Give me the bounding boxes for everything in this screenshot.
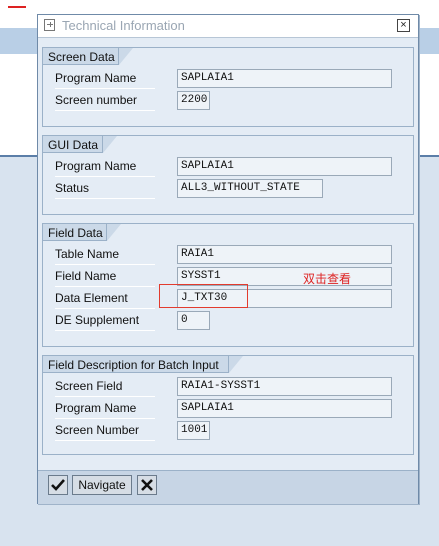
dialog-body: Screen Data Program Name SAPLAIA1 Screen… <box>38 38 418 470</box>
field-label: Program Name <box>55 69 155 89</box>
batch-screen-number-field[interactable]: 1001 <box>177 421 210 440</box>
screen-number-field[interactable]: 2200 <box>177 91 210 110</box>
de-supplement-field[interactable]: 0 <box>177 311 210 330</box>
annotation-note: 双击查看 <box>303 272 352 286</box>
screen-field-field[interactable]: RAIA1-SYSST1 <box>177 377 392 396</box>
field-label: Screen Number <box>55 421 155 441</box>
row-program-name: Program Name SAPLAIA1 <box>43 69 413 89</box>
gui-program-name-field[interactable]: SAPLAIA1 <box>177 157 392 176</box>
batch-program-name-field[interactable]: SAPLAIA1 <box>177 399 392 418</box>
dialog-footer: Navigate <box>38 470 418 504</box>
row-status: Status ALL3_WITHOUT_STATE <box>43 179 413 199</box>
dialog-titlebar[interactable]: Technical Information × <box>38 15 418 38</box>
row-de-supplement: DE Supplement 0 <box>43 311 413 331</box>
group-batch-input: Field Description for Batch Input Screen… <box>42 355 414 455</box>
group-tab-corner <box>103 136 117 153</box>
background-mark <box>8 6 26 8</box>
group-tab-corner <box>119 48 133 65</box>
row-screen-number: Screen Number 1001 <box>43 421 413 441</box>
field-label: Program Name <box>55 399 155 419</box>
field-label: Program Name <box>55 157 155 177</box>
row-screen-field: Screen Field RAIA1-SYSST1 <box>43 377 413 397</box>
dialog-title: Technical Information <box>62 18 185 33</box>
group-title: Field Data <box>43 224 107 241</box>
row-screen-number: Screen number 2200 <box>43 91 413 111</box>
cross-icon <box>141 479 153 491</box>
highlight-box <box>159 284 248 308</box>
navigate-button[interactable]: Navigate <box>72 475 132 495</box>
row-program-name: Program Name SAPLAIA1 <box>43 157 413 177</box>
field-label: Data Element <box>55 289 155 309</box>
close-button[interactable]: × <box>397 19 410 32</box>
status-field[interactable]: ALL3_WITHOUT_STATE <box>177 179 323 198</box>
field-label: Status <box>55 179 155 199</box>
group-tab-corner <box>229 356 243 373</box>
field-label: Table Name <box>55 245 155 265</box>
group-gui-data: GUI Data Program Name SAPLAIA1 Status AL… <box>42 135 414 215</box>
group-tab-corner <box>107 224 121 241</box>
program-name-field[interactable]: SAPLAIA1 <box>177 69 392 88</box>
group-screen-data: Screen Data Program Name SAPLAIA1 Screen… <box>42 47 414 127</box>
cancel-button[interactable] <box>137 475 157 495</box>
group-title: Field Description for Batch Input <box>43 356 229 373</box>
group-title: GUI Data <box>43 136 103 153</box>
field-label: Screen number <box>55 91 155 111</box>
group-title: Screen Data <box>43 48 119 65</box>
field-label: Screen Field <box>55 377 155 397</box>
row-table-name: Table Name RAIA1 <box>43 245 413 265</box>
table-name-field[interactable]: RAIA1 <box>177 245 392 264</box>
row-program-name: Program Name SAPLAIA1 <box>43 399 413 419</box>
field-label: DE Supplement <box>55 311 155 331</box>
technical-information-dialog: Technical Information × Screen Data Prog… <box>37 14 419 504</box>
confirm-button[interactable] <box>48 475 68 495</box>
field-label: Field Name <box>55 267 155 287</box>
checkmark-icon <box>51 479 65 491</box>
window-icon <box>44 19 55 31</box>
